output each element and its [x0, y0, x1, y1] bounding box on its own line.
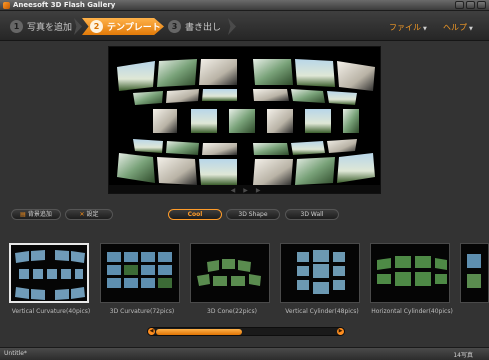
chevron-down-icon: ▼: [423, 26, 427, 32]
next-arrow-icon[interactable]: ▶: [256, 186, 261, 193]
step-number: 2: [90, 20, 103, 33]
window-controls: [455, 1, 486, 9]
step-add-photos[interactable]: 1 写真を追加: [10, 18, 72, 35]
app-logo-icon: [3, 2, 10, 9]
template-thumbnail-horizontal-cylinder[interactable]: [370, 243, 450, 303]
add-background-button[interactable]: ▤ 背景追加: [11, 209, 61, 220]
chevron-down-icon: ▼: [469, 26, 473, 32]
step-separator-icon: [228, 18, 236, 35]
partial-thumbnail: [461, 244, 488, 302]
maximize-button[interactable]: [466, 1, 475, 9]
document-name: Untitle*: [4, 350, 27, 357]
preview-controls: ◀ ▶ ▶: [109, 186, 380, 193]
template-label: Vertical Curvature(40pics): [11, 308, 91, 315]
template-thumbnail-partial[interactable]: [460, 243, 489, 303]
minimize-button[interactable]: [455, 1, 464, 9]
menu-help[interactable]: ヘルプ ▼: [443, 22, 473, 33]
step-export[interactable]: 3 書き出し: [168, 18, 221, 35]
vertical-cylinder-thumbnail: [281, 244, 359, 302]
template-thumbnail-3d-curvature[interactable]: [100, 243, 180, 303]
scroll-right-arrow-icon[interactable]: ▶: [337, 328, 344, 335]
tab-3d-shape[interactable]: 3D Shape: [226, 209, 280, 220]
play-icon[interactable]: ▶: [243, 186, 248, 193]
tab-cool[interactable]: Cool: [168, 209, 222, 220]
scroll-left-arrow-icon[interactable]: ◀: [148, 328, 155, 335]
close-button[interactable]: [477, 1, 486, 9]
preview-gallery-image: [109, 47, 380, 193]
settings-label: 設定: [86, 211, 99, 218]
template-preview: ◀ ▶ ▶: [108, 46, 381, 194]
add-background-label: 背景追加: [27, 211, 52, 218]
step-label: テンプレート: [107, 23, 161, 33]
template-label: Horizontal Cylinder(40pics): [371, 308, 453, 315]
horizontal-cylinder-thumbnail: [371, 244, 449, 302]
template-label: Vertical Cylinder(48pics): [285, 308, 359, 315]
menu-help-label: ヘルプ: [443, 23, 467, 32]
template-label: 3D Curvature(72pics): [109, 308, 175, 315]
settings-button[interactable]: ✕ 設定: [65, 209, 113, 220]
step-bar: 1 写真を追加 2 テンプレート 3 書き出し ファイル ▼ ヘルプ ▼: [0, 11, 489, 41]
step-label: 書き出し: [185, 23, 222, 33]
title-bar: Aneesoft 3D Flash Gallery: [0, 0, 489, 11]
window-title: Aneesoft 3D Flash Gallery: [13, 1, 116, 9]
prev-arrow-icon[interactable]: ◀: [231, 186, 236, 193]
background-icon: ▤: [20, 211, 26, 218]
curvature-thumbnail: [101, 244, 179, 302]
template-thumbnail-vertical-curvature[interactable]: [9, 243, 89, 303]
step-separator-icon: [74, 18, 82, 35]
step-number: 3: [168, 20, 181, 33]
photo-count: 14写真: [453, 352, 473, 359]
wrench-icon: ✕: [79, 211, 85, 218]
tab-3d-wall[interactable]: 3D Wall: [285, 209, 339, 220]
cone-thumbnail: [191, 244, 269, 302]
menu-file-label: ファイル: [389, 23, 421, 32]
menu-file[interactable]: ファイル ▼: [389, 22, 427, 33]
step-label: 写真を追加: [27, 23, 73, 33]
step-template[interactable]: 2 テンプレート: [82, 18, 164, 35]
template-thumbnail-3d-cone[interactable]: [190, 243, 270, 303]
vertical-curvature-thumbnail: [11, 245, 87, 301]
step-number: 1: [10, 20, 23, 33]
template-label: 3D Cone(22pics): [207, 308, 257, 315]
app-window: Aneesoft 3D Flash Gallery 1 写真を追加 2 テンプレ…: [0, 0, 489, 360]
template-thumbnail-vertical-cylinder[interactable]: [280, 243, 360, 303]
template-scrollbar[interactable]: ◀ ▶: [147, 327, 345, 336]
status-bar: Untitle* 14写真: [0, 347, 489, 360]
scroll-thumb[interactable]: [156, 329, 242, 335]
